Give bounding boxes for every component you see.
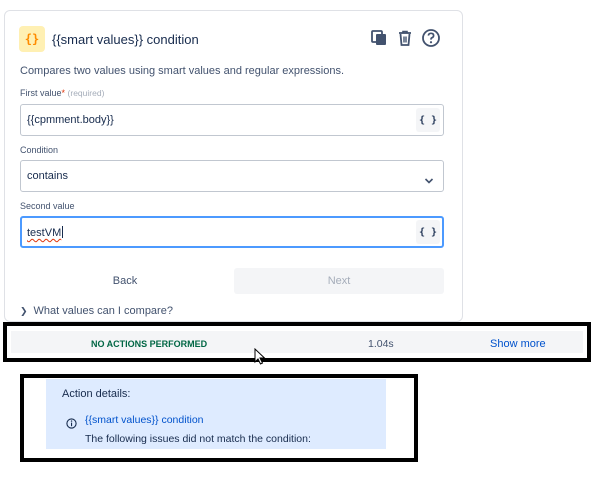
trash-icon[interactable] — [394, 27, 416, 49]
condition-message: The following issues did not match the c… — [85, 433, 311, 445]
second-value-label: Second value — [20, 201, 75, 211]
help-icon[interactable] — [420, 27, 442, 49]
chevron-right-icon: ❯ — [20, 306, 28, 316]
component-description: Compares two values using smart values a… — [20, 65, 345, 77]
condition-select[interactable]: contains — [20, 160, 444, 192]
mouse-pointer-icon — [254, 347, 266, 370]
first-value-input[interactable]: {{cpmment.body}} { } — [20, 104, 444, 136]
condition-selected-value: contains — [27, 170, 68, 182]
action-details-box: Action details: {{smart values}} conditi… — [20, 374, 418, 462]
audit-log-row: NO ACTIONS PERFORMED 1.04s Show more — [3, 322, 591, 362]
first-value-text: {{cpmment.body}} — [27, 114, 114, 126]
condition-label: Condition — [20, 145, 59, 155]
second-value-text: testVM — [27, 226, 64, 239]
next-button[interactable]: Next — [234, 268, 444, 294]
second-value-input[interactable]: testVM { } — [20, 216, 444, 248]
status-badge: NO ACTIONS PERFORMED — [91, 339, 208, 349]
chevron-down-icon — [424, 172, 434, 190]
back-button[interactable]: Back — [20, 268, 230, 294]
copy-icon[interactable] — [368, 27, 390, 49]
first-value-label: First value* (required) — [20, 88, 105, 98]
condition-link[interactable]: {{smart values}} condition — [85, 414, 204, 426]
action-details-title: Action details: — [62, 388, 131, 400]
smart-values-icon: {} — [19, 26, 45, 52]
info-icon — [66, 416, 77, 434]
duration: 1.04s — [368, 338, 394, 350]
second-value-smart-values-button[interactable]: { } — [416, 220, 440, 244]
first-value-smart-values-button[interactable]: { } — [416, 108, 440, 132]
values-help-expander[interactable]: ❯ What values can I compare? — [20, 305, 173, 317]
show-more-link[interactable]: Show more — [490, 338, 546, 350]
component-title: {{smart values}} condition — [52, 32, 199, 47]
